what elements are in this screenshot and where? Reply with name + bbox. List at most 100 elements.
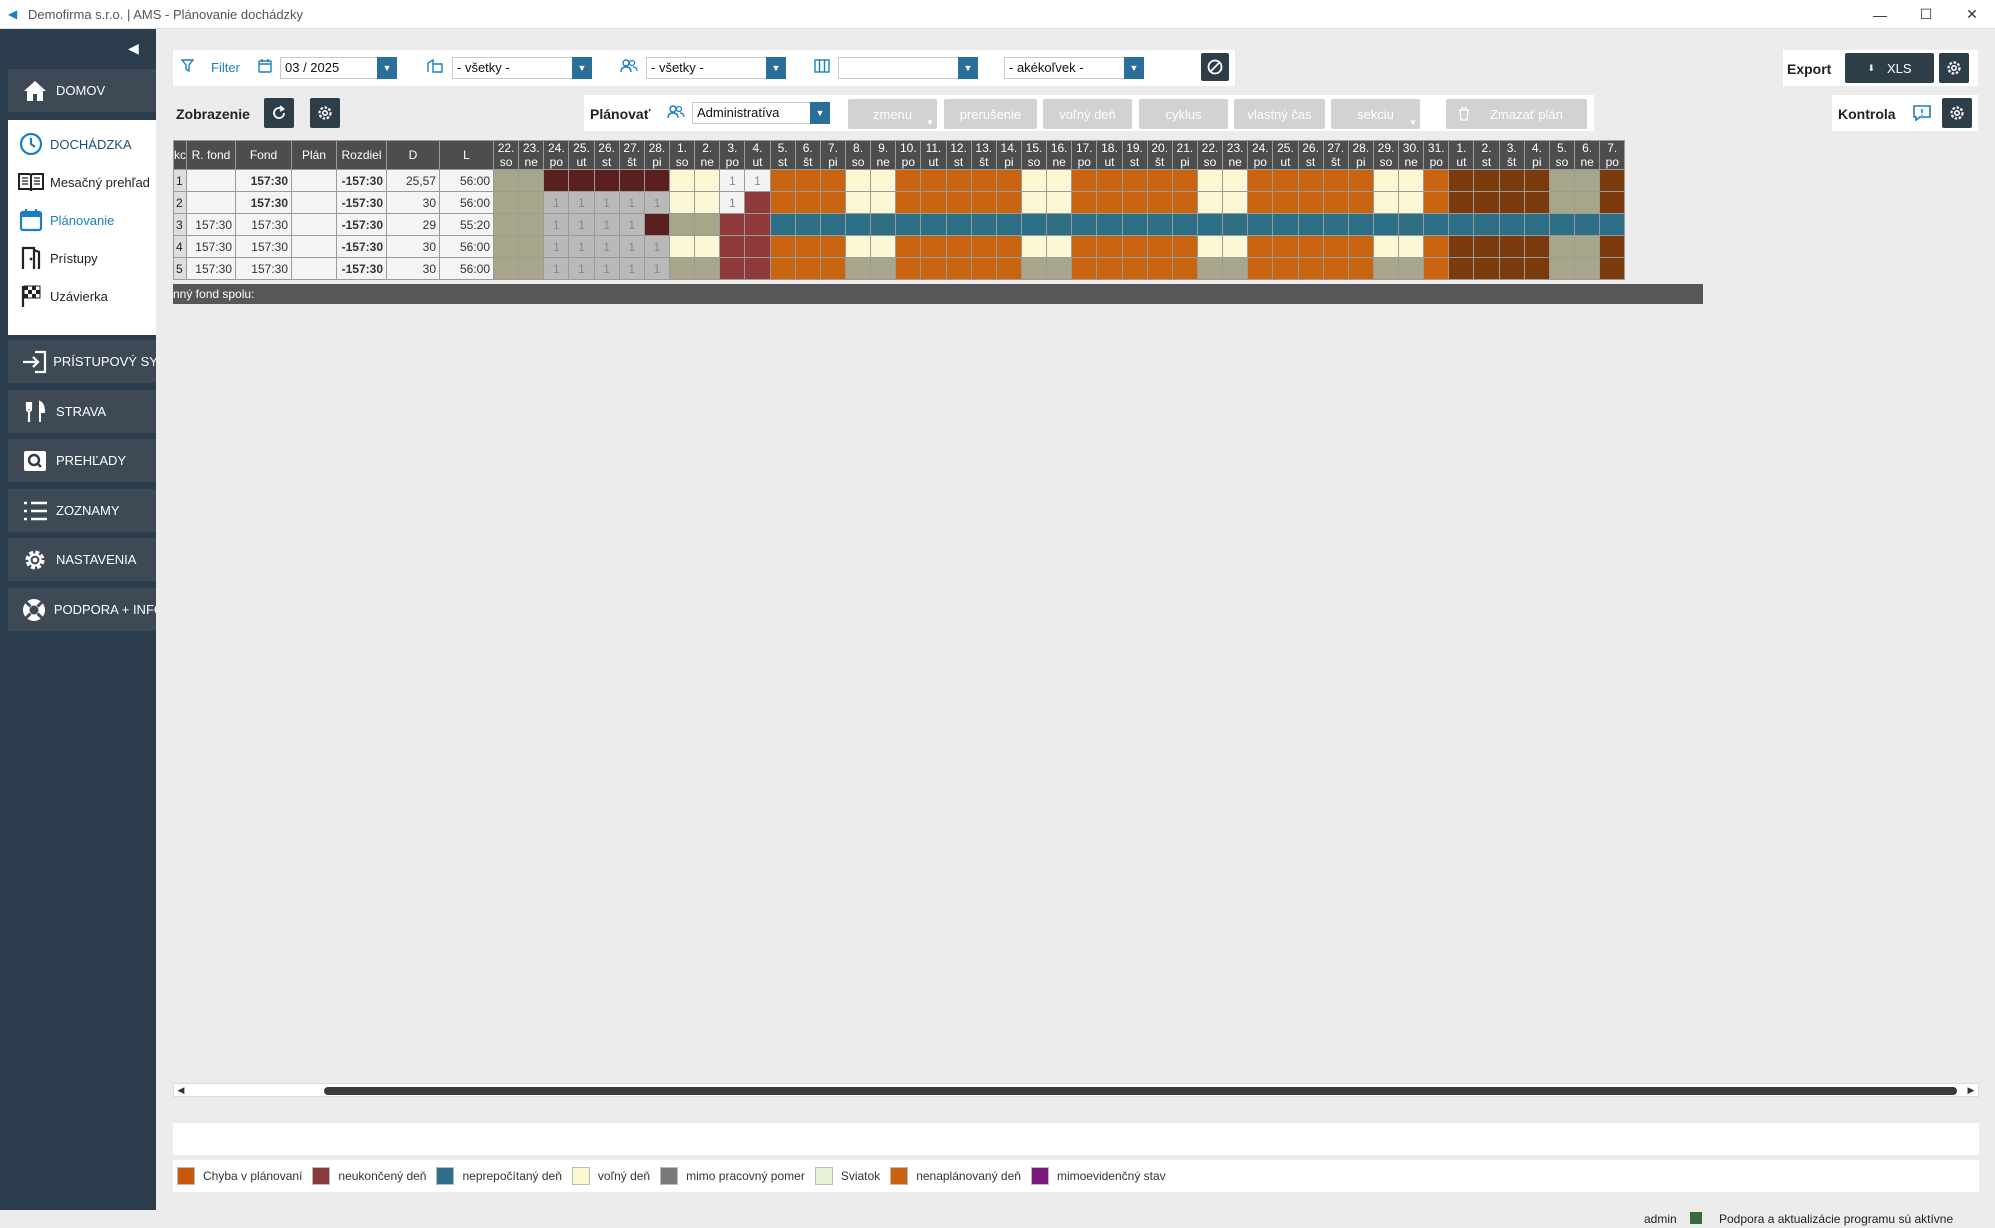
plan-day-cell[interactable] xyxy=(1222,235,1249,258)
day-header[interactable]: 17. po xyxy=(1071,140,1098,170)
plan-day-cell[interactable] xyxy=(694,257,721,280)
plan-day-cell[interactable] xyxy=(1071,235,1098,258)
plan-day-cell[interactable] xyxy=(769,213,796,236)
plan-day-cell[interactable] xyxy=(895,191,922,214)
day-header[interactable]: 2. st xyxy=(1473,140,1500,170)
plan-section-button[interactable]: sekciu ▼ xyxy=(1331,99,1420,129)
plan-day-cell[interactable] xyxy=(1020,213,1048,236)
plan-day-cell[interactable] xyxy=(1448,169,1475,192)
plan-day-cell[interactable] xyxy=(1272,257,1299,280)
plan-day-cell[interactable] xyxy=(995,191,1022,214)
plan-day-cell[interactable] xyxy=(1423,257,1450,280)
plan-day-cell[interactable] xyxy=(744,257,771,280)
plan-day-cell[interactable]: 1 xyxy=(643,235,670,258)
plan-day-cell[interactable] xyxy=(593,169,620,192)
day-header[interactable]: 6. ne xyxy=(1574,140,1601,170)
table-row[interactable]: 5 157:30 157:30 -157:30 30 56:00 1 1 1 1 1 xyxy=(173,257,1626,280)
sidebar-item-strava[interactable]: STRAVA xyxy=(8,390,156,433)
day-header[interactable]: 18. ut xyxy=(1096,140,1123,170)
plan-day-cell[interactable] xyxy=(518,257,545,280)
plan-day-cell[interactable] xyxy=(1347,191,1374,214)
plan-day-cell[interactable] xyxy=(819,257,846,280)
plan-day-cell[interactable] xyxy=(769,235,796,258)
xls-export-button[interactable]: ⬇ XLS xyxy=(1845,53,1934,83)
plan-day-cell[interactable] xyxy=(1121,235,1148,258)
plan-day-cell[interactable] xyxy=(1423,213,1450,236)
plan-interruption-button[interactable]: prerušenie xyxy=(944,99,1037,129)
plan-day-cell[interactable] xyxy=(518,169,545,192)
plan-day-cell[interactable] xyxy=(970,169,997,192)
plan-day-cell[interactable] xyxy=(1523,169,1550,192)
plan-day-cell[interactable] xyxy=(1297,235,1324,258)
plan-day-cell[interactable] xyxy=(694,191,721,214)
day-header[interactable]: 2. ne xyxy=(694,140,721,170)
day-header[interactable]: 28. pi xyxy=(643,140,670,170)
plan-day-cell[interactable] xyxy=(1599,235,1626,258)
plan-day-cell[interactable] xyxy=(1196,257,1224,280)
plan-day-cell[interactable] xyxy=(1498,169,1525,192)
plan-day-cell[interactable] xyxy=(1398,235,1425,258)
column-header[interactable]: Fond xyxy=(235,140,292,170)
plan-day-cell[interactable]: 1 xyxy=(643,191,670,214)
day-header[interactable]: 21. pi xyxy=(1171,140,1198,170)
plan-day-cell[interactable] xyxy=(970,213,997,236)
plan-day-cell[interactable] xyxy=(1398,169,1425,192)
plan-day-cell[interactable] xyxy=(945,257,972,280)
chevron-down-icon[interactable]: ▼ xyxy=(810,102,830,124)
plan-day-cell[interactable] xyxy=(744,191,771,214)
plan-day-cell[interactable] xyxy=(1347,257,1374,280)
column-header[interactable]: L xyxy=(439,140,494,170)
plan-day-cell[interactable] xyxy=(1171,235,1198,258)
plan-day-cell[interactable] xyxy=(668,169,696,192)
plan-day-cell[interactable] xyxy=(1171,257,1198,280)
plan-day-cell[interactable] xyxy=(1599,213,1626,236)
day-header[interactable]: 13. št xyxy=(970,140,997,170)
plan-day-cell[interactable] xyxy=(1146,257,1173,280)
plan-day-cell[interactable] xyxy=(1146,235,1173,258)
plan-day-cell[interactable] xyxy=(1272,169,1299,192)
plan-day-cell[interactable] xyxy=(1372,235,1400,258)
plan-day-cell[interactable] xyxy=(1347,169,1374,192)
plan-day-cell[interactable] xyxy=(844,191,872,214)
plan-day-cell[interactable] xyxy=(794,191,821,214)
any-select[interactable]: - akékoľvek - ▼ xyxy=(1004,57,1144,79)
plan-day-cell[interactable] xyxy=(1071,213,1098,236)
table-row[interactable]: 3 157:30 157:30 -157:30 29 55:20 1 1 1 1 xyxy=(173,213,1626,236)
plan-day-cell[interactable] xyxy=(1146,191,1173,214)
plan-day-cell[interactable] xyxy=(744,213,771,236)
day-header[interactable]: 27. št xyxy=(618,140,645,170)
day-header[interactable]: 19. st xyxy=(1121,140,1148,170)
scrollbar-thumb[interactable] xyxy=(324,1087,1957,1095)
plan-day-cell[interactable] xyxy=(870,213,897,236)
plan-day-cell[interactable] xyxy=(518,213,545,236)
plan-day-cell[interactable] xyxy=(492,213,520,236)
sidebar-item-domov[interactable]: DOMOV xyxy=(8,69,156,112)
column-header[interactable]: R. fond xyxy=(186,140,236,170)
sidebar-item-dochadzka[interactable]: DOCHÁDZKA xyxy=(8,126,156,162)
day-header[interactable]: 22. so xyxy=(492,140,520,170)
plan-day-cell[interactable] xyxy=(870,235,897,258)
day-header[interactable]: 8. so xyxy=(844,140,872,170)
plan-day-cell[interactable]: 1 xyxy=(543,213,570,236)
plan-day-cell[interactable] xyxy=(1046,257,1073,280)
sidebar-item-podpora[interactable]: PODPORA + INFO xyxy=(8,588,156,631)
plan-day-cell[interactable] xyxy=(1473,213,1500,236)
day-header[interactable]: 7. po xyxy=(1599,140,1626,170)
plan-day-cell[interactable] xyxy=(1423,235,1450,258)
column-header[interactable]: Rozdiel xyxy=(336,140,387,170)
plan-day-cell[interactable] xyxy=(618,169,645,192)
plan-day-cell[interactable] xyxy=(1247,169,1274,192)
plan-day-cell[interactable] xyxy=(794,213,821,236)
plan-day-cell[interactable] xyxy=(668,235,696,258)
plan-day-cell[interactable] xyxy=(1398,191,1425,214)
plan-day-cell[interactable]: 1 xyxy=(744,169,771,192)
plan-day-cell[interactable] xyxy=(1272,235,1299,258)
plan-day-cell[interactable] xyxy=(1448,235,1475,258)
plan-day-cell[interactable] xyxy=(1222,169,1249,192)
day-header[interactable]: 25. ut xyxy=(1272,140,1299,170)
plan-day-cell[interactable] xyxy=(1473,235,1500,258)
plan-day-cell[interactable] xyxy=(1121,213,1148,236)
plan-day-cell[interactable] xyxy=(1171,191,1198,214)
plan-day-cell[interactable] xyxy=(1322,235,1349,258)
plan-day-cell[interactable] xyxy=(920,235,947,258)
